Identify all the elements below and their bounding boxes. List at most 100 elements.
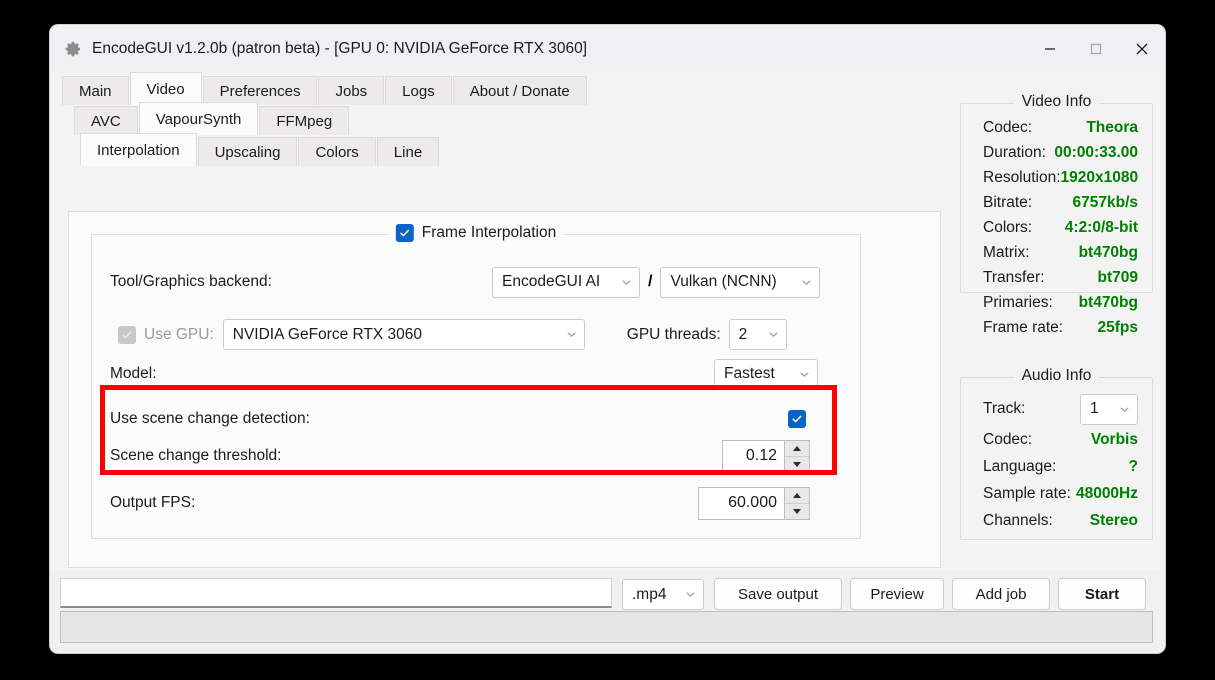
main-tab-bar: Main Video Preferences Jobs Logs About /… bbox=[50, 72, 1165, 105]
video-info-value: 6757kb/s bbox=[1072, 193, 1139, 211]
close-button[interactable] bbox=[1119, 25, 1165, 72]
video-info-key: Resolution: bbox=[983, 168, 1061, 186]
tab-colors[interactable]: Colors bbox=[298, 137, 376, 166]
interpolation-panel: Frame Interpolation Tool/Graphics backen… bbox=[68, 211, 941, 568]
video-info-value: 25fps bbox=[1097, 318, 1139, 336]
output-fps-stepper[interactable]: 60.000 bbox=[698, 486, 810, 520]
tab-avc[interactable]: AVC bbox=[74, 106, 138, 135]
audio-info-value: ? bbox=[1128, 457, 1138, 475]
window-title: EncodeGUI v1.2.0b (patron beta) - [GPU 0… bbox=[92, 39, 588, 57]
frame-interpolation-group: Frame Interpolation Tool/Graphics backen… bbox=[91, 224, 861, 539]
backend-row: Tool/Graphics backend: EncodeGUI AI / Vu… bbox=[110, 266, 842, 298]
title-bar: EncodeGUI v1.2.0b (patron beta) - [GPU 0… bbox=[50, 25, 1165, 72]
check-icon bbox=[122, 331, 132, 338]
tab-jobs[interactable]: Jobs bbox=[318, 76, 385, 105]
tab-main[interactable]: Main bbox=[62, 76, 129, 105]
model-select[interactable]: Fastest bbox=[714, 358, 818, 390]
scene-detect-checkbox[interactable] bbox=[788, 410, 806, 428]
maximize-icon bbox=[1090, 43, 1102, 54]
audio-info-title: Audio Info bbox=[1013, 367, 1100, 385]
close-icon bbox=[1136, 43, 1148, 54]
backend-graphics-select[interactable]: Vulkan (NCNN) bbox=[660, 266, 821, 298]
audio-track-value: 1 bbox=[1090, 400, 1099, 417]
video-info-row: Codec: Theora bbox=[961, 115, 1152, 140]
caret-down-icon bbox=[793, 508, 801, 514]
video-info-key: Transfer: bbox=[983, 268, 1045, 286]
filter-tab-bar: Interpolation Upscaling Colors Line bbox=[62, 133, 947, 166]
video-info-key: Colors: bbox=[983, 218, 1033, 236]
frame-interpolation-checkbox[interactable] bbox=[395, 224, 414, 242]
gpu-device-select[interactable]: NVIDIA GeForce RTX 3060 bbox=[222, 319, 585, 350]
video-info-value: 4:2:0/8-bit bbox=[1064, 218, 1138, 236]
maximize-button[interactable] bbox=[1073, 25, 1119, 72]
scene-threshold-increment-button[interactable] bbox=[785, 440, 809, 457]
add-job-button[interactable]: Add job bbox=[952, 578, 1050, 610]
minimize-button[interactable] bbox=[1027, 25, 1073, 72]
gpu-device-value: NVIDIA GeForce RTX 3060 bbox=[232, 325, 423, 343]
tab-about-donate[interactable]: About / Donate bbox=[452, 76, 587, 105]
scene-threshold-spin-buttons bbox=[784, 440, 809, 472]
video-info-title: Video Info bbox=[1013, 93, 1100, 111]
model-value: Fastest bbox=[724, 365, 775, 382]
video-info-value: bt470bg bbox=[1078, 243, 1138, 261]
scene-threshold-row: Scene change threshold: 0.12 bbox=[110, 439, 842, 473]
gpu-threads-label: GPU threads: bbox=[626, 325, 721, 343]
preview-button[interactable]: Preview bbox=[850, 578, 944, 610]
video-info-row: Resolution: 1920x1080 bbox=[961, 165, 1152, 190]
video-info-value: 1920x1080 bbox=[1060, 168, 1139, 186]
output-path-input[interactable] bbox=[60, 578, 612, 608]
video-info-value: 00:00:33.00 bbox=[1054, 143, 1138, 161]
video-info-row: Duration: 00:00:33.00 bbox=[961, 140, 1152, 165]
audio-info-row: Codec: Vorbis bbox=[961, 426, 1152, 453]
tab-preferences[interactable]: Preferences bbox=[202, 76, 318, 105]
gpu-threads-value: 2 bbox=[738, 325, 748, 343]
output-fps-value[interactable]: 60.000 bbox=[699, 488, 784, 519]
audio-info-key: Sample rate: bbox=[983, 484, 1071, 502]
video-info-key: Matrix: bbox=[983, 243, 1030, 261]
output-fps-spin-buttons bbox=[784, 487, 809, 519]
audio-info-key: Codec: bbox=[983, 430, 1033, 448]
encoder-tab-bar: AVC VapourSynth FFMpeg bbox=[62, 102, 947, 135]
tab-video[interactable]: Video bbox=[129, 72, 202, 105]
model-label: Model: bbox=[110, 365, 157, 382]
output-fps-label: Output FPS: bbox=[110, 494, 196, 511]
video-info-rows: Codec: Theora Duration: 00:00:33.00 Reso… bbox=[961, 104, 1152, 340]
scene-detect-row: Use scene change detection: bbox=[110, 410, 842, 428]
frame-interpolation-label: Frame Interpolation bbox=[421, 224, 557, 241]
gpu-threads-select[interactable]: 2 bbox=[728, 319, 787, 350]
video-info-row: Frame rate: 25fps bbox=[961, 315, 1152, 340]
video-tab-content: AVC VapourSynth FFMpeg Interpolation Ups… bbox=[62, 102, 947, 570]
scene-threshold-value[interactable]: 0.12 bbox=[723, 441, 784, 472]
audio-track-label: Track: bbox=[983, 400, 1026, 417]
output-fps-row: Output FPS: 60.000 bbox=[110, 486, 842, 520]
tab-interpolation[interactable]: Interpolation bbox=[80, 133, 197, 166]
tab-line[interactable]: Line bbox=[376, 137, 440, 166]
tab-upscaling[interactable]: Upscaling bbox=[197, 137, 298, 166]
video-info-value: bt709 bbox=[1097, 268, 1139, 286]
video-info-row: Matrix: bt470bg bbox=[961, 240, 1152, 265]
chevron-down-icon bbox=[802, 279, 812, 285]
frame-interpolation-legend: Frame Interpolation bbox=[387, 224, 565, 242]
tab-vapoursynth[interactable]: VapourSynth bbox=[138, 102, 259, 135]
tab-ffmpeg[interactable]: FFMpeg bbox=[259, 106, 350, 135]
container-format-value: .mp4 bbox=[632, 585, 667, 603]
save-output-button[interactable]: Save output bbox=[714, 578, 842, 610]
caret-up-icon bbox=[793, 445, 801, 451]
start-button[interactable]: Start bbox=[1058, 578, 1146, 610]
backend-tool-select[interactable]: EncodeGUI AI bbox=[492, 266, 640, 298]
output-fps-increment-button[interactable] bbox=[785, 487, 809, 504]
use-gpu-row: Use GPU: NVIDIA GeForce RTX 3060 GPU thr… bbox=[110, 319, 842, 350]
output-fps-decrement-button[interactable] bbox=[785, 503, 809, 519]
audio-track-select[interactable]: 1 bbox=[1080, 393, 1138, 425]
application-window: EncodeGUI v1.2.0b (patron beta) - [GPU 0… bbox=[50, 25, 1165, 653]
container-format-select[interactable]: .mp4 bbox=[622, 579, 704, 610]
backend-tool-value: EncodeGUI AI bbox=[502, 273, 601, 290]
audio-info-key: Language: bbox=[983, 457, 1057, 475]
video-info-row: Bitrate: 6757kb/s bbox=[961, 190, 1152, 215]
check-icon bbox=[400, 229, 410, 237]
scene-threshold-decrement-button[interactable] bbox=[785, 456, 809, 472]
video-info-row: Primaries: bt470bg bbox=[961, 290, 1152, 315]
progress-bar bbox=[60, 611, 1153, 643]
tab-logs[interactable]: Logs bbox=[385, 76, 452, 105]
scene-threshold-stepper[interactable]: 0.12 bbox=[722, 439, 810, 473]
